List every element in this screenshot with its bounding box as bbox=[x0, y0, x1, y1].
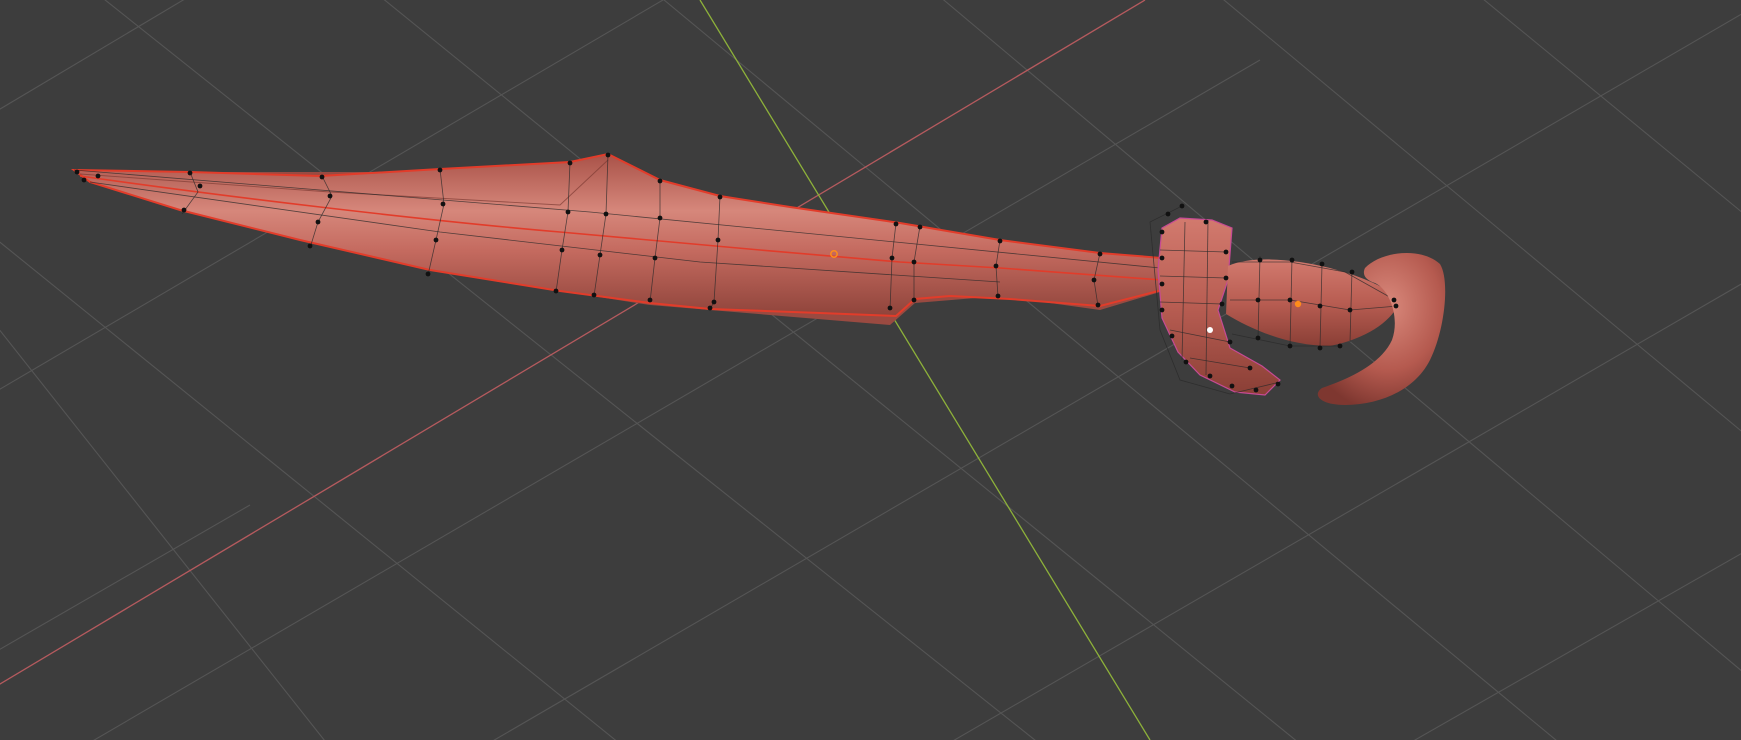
grid-lines-b bbox=[0, 0, 1741, 740]
3d-viewport[interactable] bbox=[0, 0, 1741, 740]
y-axis-line bbox=[699, 0, 1151, 740]
x-axis-line bbox=[0, 0, 1146, 685]
blade[interactable] bbox=[70, 152, 1163, 318]
grid-lines-a bbox=[0, 0, 1741, 740]
hilt-origin-marker[interactable] bbox=[1294, 300, 1302, 308]
active-vertex-marker bbox=[1207, 327, 1213, 333]
viewport-scene[interactable] bbox=[0, 0, 1741, 740]
sword-mesh[interactable] bbox=[70, 152, 1446, 405]
